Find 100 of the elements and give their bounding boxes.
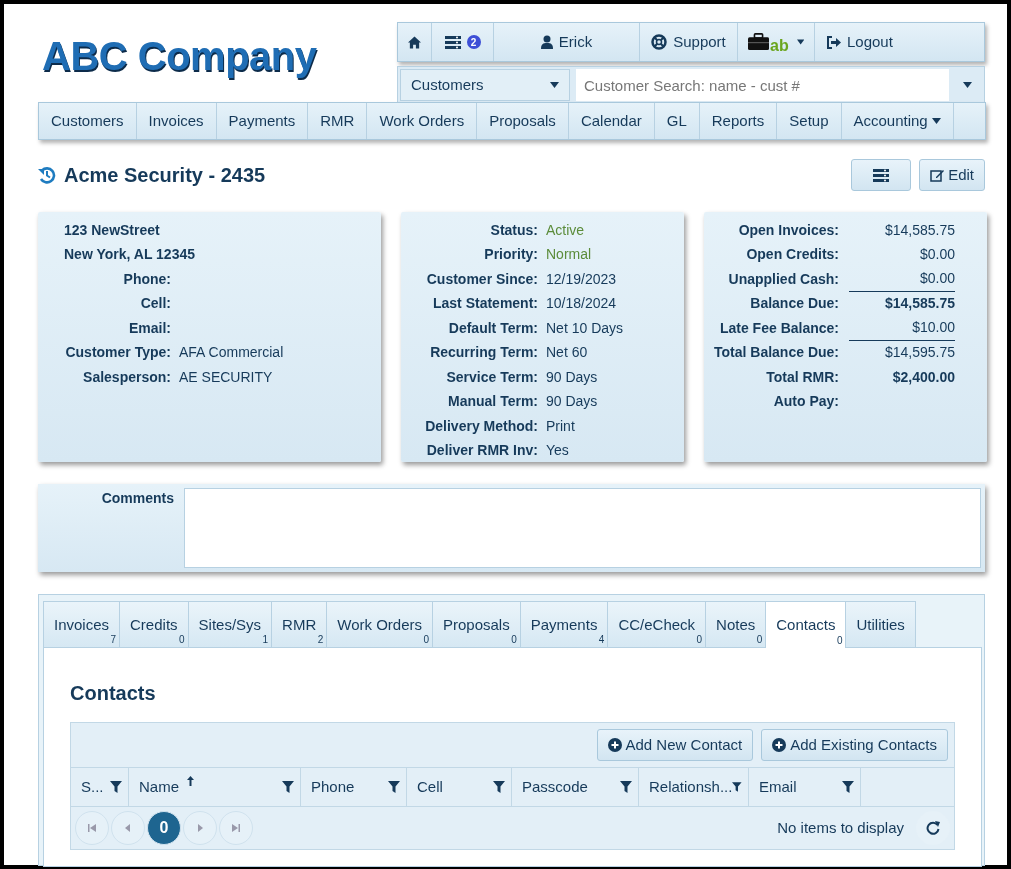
add-button[interactable]: Add Existing Contacts	[761, 729, 948, 761]
nav-link[interactable]: Invoices	[136, 103, 217, 139]
nav-link[interactable]: Calendar	[568, 103, 655, 139]
filter-icon	[282, 781, 294, 793]
nav-link[interactable]: Accounting	[841, 103, 954, 139]
field-label: Recurring Term:	[429, 343, 538, 363]
field-label: Deliver RMR Inv:	[425, 441, 538, 461]
tab[interactable]: Payments 4	[519, 601, 609, 647]
logout-button[interactable]: Logout	[815, 23, 984, 61]
field-label: Phone:	[122, 269, 171, 289]
field-label: Salesperson:	[82, 367, 171, 387]
nav-link[interactable]: Payments	[216, 103, 309, 139]
tab[interactable]: Notes 0	[705, 601, 767, 647]
tab-count: 2	[317, 633, 324, 647]
field-value: Net 10 Days	[546, 318, 624, 338]
field-label: Open Credits:	[745, 245, 839, 265]
field-value: $14,595.75	[883, 343, 955, 363]
tab[interactable]: Invoices 7	[43, 601, 121, 647]
field-value: $14,585.75	[883, 220, 955, 240]
tab-count: 4	[598, 633, 605, 647]
field-label: Total Balance Due:	[713, 343, 839, 363]
field-label: Manual Term:	[447, 392, 538, 412]
tab[interactable]: Contacts 0	[765, 601, 847, 648]
comments-field[interactable]	[184, 488, 981, 568]
page-button[interactable]: 0	[147, 811, 181, 845]
column-header[interactable]: Name	[129, 768, 301, 806]
menu-button[interactable]	[851, 159, 912, 191]
tab[interactable]: RMR 2	[271, 601, 328, 647]
nav-link[interactable]: Work Orders	[367, 103, 478, 139]
brand-text: ab	[770, 36, 789, 56]
field-label: Service Term:	[445, 367, 538, 387]
caret-icon	[796, 39, 804, 45]
address-line: 123 NewStreet	[63, 220, 160, 240]
filter-icon	[493, 781, 505, 793]
column-header[interactable]: S...	[71, 768, 129, 806]
field-label: Priority:	[483, 245, 538, 265]
field-label: Late Fee Balance:	[718, 318, 839, 338]
edit-button[interactable]: Edit	[919, 159, 985, 191]
nav-link[interactable]: Customers	[39, 103, 137, 139]
field-label: Delivery Method:	[424, 416, 538, 436]
nav-link[interactable]: RMR	[308, 103, 368, 139]
add-button[interactable]: Add New Contact	[596, 729, 754, 761]
tab[interactable]: Work Orders 0	[326, 601, 433, 647]
tab[interactable]: Proposals 0	[432, 601, 521, 647]
field-value: $14,585.75	[883, 294, 955, 314]
home-icon	[408, 35, 421, 49]
tab-count: 0	[836, 634, 843, 648]
nav-link[interactable]: Proposals	[477, 103, 569, 139]
field-value: $0.00	[849, 267, 955, 292]
field-value: 12/19/2023	[546, 269, 617, 289]
refresh-icon	[926, 821, 940, 835]
field-value: Active	[546, 220, 585, 240]
tab[interactable]: Credits 0	[119, 601, 189, 647]
tab-count: 0	[179, 633, 185, 647]
tab[interactable]: Sites/Sys 1	[187, 601, 273, 647]
column-header[interactable]: Cell	[407, 768, 512, 806]
nav-link[interactable]: GL	[654, 103, 700, 139]
filter-icon	[620, 781, 632, 793]
last-page-button[interactable]	[219, 811, 253, 845]
field-label: Balance Due:	[749, 294, 839, 314]
address-line: New York, AL 12345	[63, 245, 195, 265]
field-value: 90 Days	[546, 392, 598, 412]
logout-icon	[827, 35, 841, 49]
field-value: $0.00	[918, 245, 955, 265]
column-header[interactable]: Relationsh...	[639, 768, 749, 806]
customer-title: Acme Security - 2435	[64, 163, 266, 188]
nav-link[interactable]: Setup	[777, 103, 842, 139]
filter-icon	[110, 781, 122, 793]
briefcase-icon	[748, 32, 770, 52]
field-label: Auto Pay:	[772, 392, 839, 412]
nav-link[interactable]: Reports	[699, 103, 778, 139]
column-header[interactable]: Email	[749, 768, 861, 806]
company-logo: ABC Company	[42, 33, 317, 80]
tab-count: 0	[423, 633, 429, 647]
support-button[interactable]: Support	[640, 23, 738, 61]
field-label: Open Invoices:	[737, 220, 839, 240]
tab[interactable]: CC/eCheck 0	[607, 601, 707, 647]
field-value: AFA Commercial	[179, 343, 284, 363]
first-icon	[86, 822, 98, 834]
field-value: $2,400.00	[891, 367, 955, 387]
field-value: Print	[546, 416, 575, 436]
comments-label: Comments	[100, 489, 174, 508]
tab[interactable]: Utilities	[845, 601, 916, 647]
user-button[interactable]: Erick	[494, 23, 640, 61]
customer-search-field[interactable]: Customer Search: name - cust #	[576, 69, 949, 101]
edit-icon	[930, 168, 945, 182]
first-page-button[interactable]	[75, 811, 109, 845]
field-label: Total RMR:	[765, 367, 839, 387]
filter-icon	[842, 781, 854, 793]
column-header[interactable]: Phone	[301, 768, 407, 806]
tab-count: 7	[110, 633, 117, 647]
filter-icon	[388, 781, 400, 793]
list-button[interactable]: 2	[432, 23, 494, 61]
notification-badge: 2	[466, 35, 481, 49]
plus-circle-icon	[772, 738, 787, 752]
scope-dropdown[interactable]: Customers	[400, 69, 570, 101]
column-header[interactable]: Passcode	[512, 768, 639, 806]
field-label: Status:	[489, 220, 538, 240]
field-value: 90 Days	[546, 367, 598, 387]
caret-icon	[963, 82, 972, 88]
